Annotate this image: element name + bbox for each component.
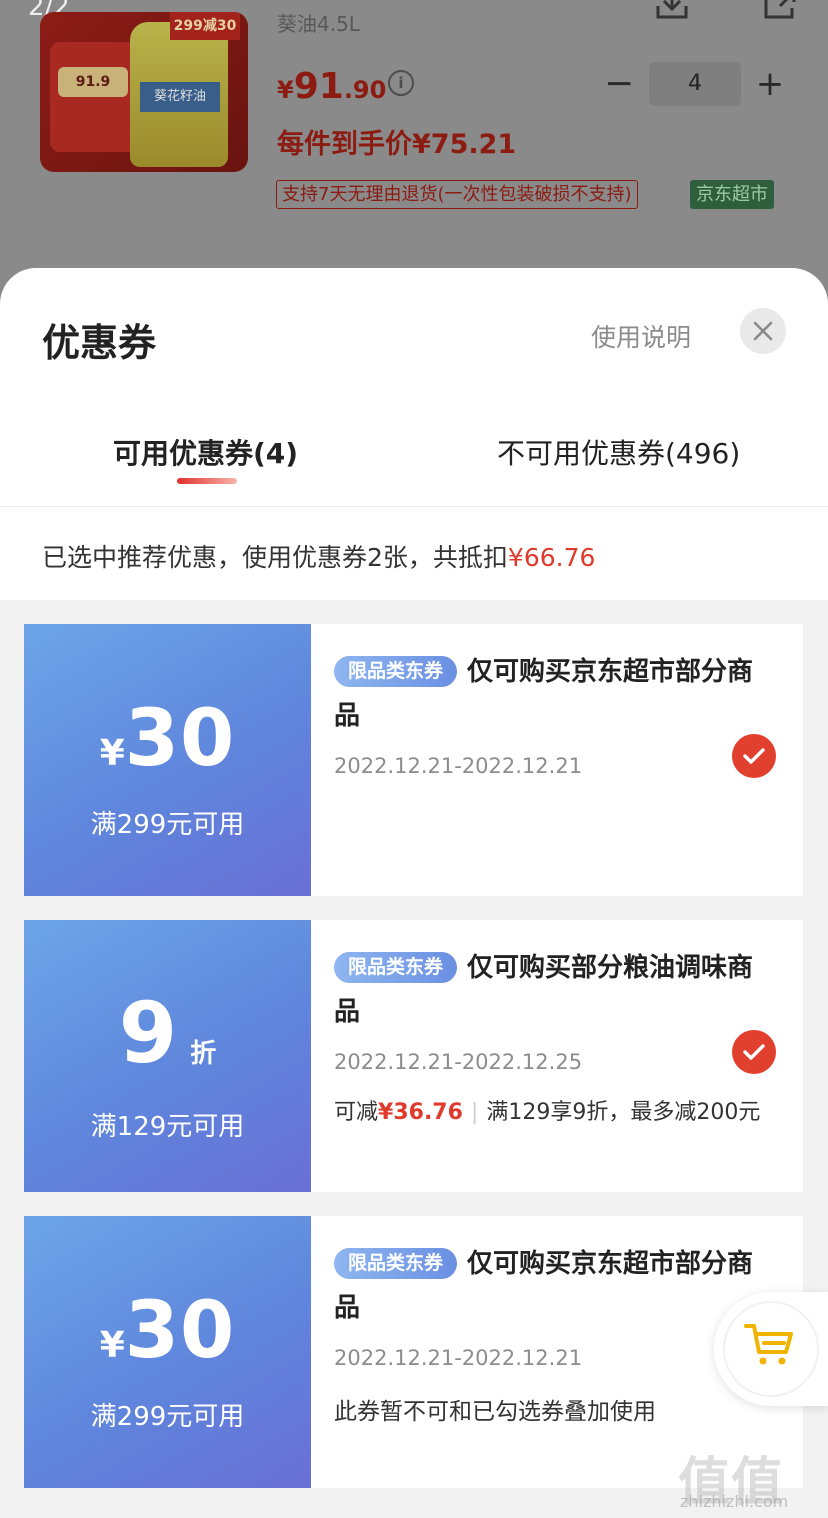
product-image-bottle-label: 葵花籽油: [140, 82, 220, 112]
product-name: 葵油4.5L: [277, 12, 360, 36]
check-icon: [743, 1044, 765, 1060]
coupon-value: ¥30: [24, 1286, 311, 1376]
coupon-selected-checkbox[interactable]: [732, 1030, 776, 1074]
price-integer: 91: [293, 66, 344, 107]
coupon-currency: ¥: [99, 733, 125, 774]
coupon-condition: 满129元可用: [90, 1112, 245, 1142]
usage-instructions-link[interactable]: 使用说明: [591, 318, 691, 354]
coupon-stacking-note: 此券暂不可和已勾选券叠加使用: [334, 1399, 656, 1425]
saving-amount: ¥36.76: [378, 1100, 463, 1125]
quantity-decrease-button[interactable]: −: [604, 66, 634, 102]
cart-icon: [744, 1324, 793, 1365]
close-button[interactable]: [740, 308, 786, 354]
saving-label: 可减: [334, 1100, 379, 1125]
watermark-site: zhizhizhi.com: [680, 1492, 789, 1511]
selection-summary: 已选中推荐优惠，使用优惠券2张，共抵扣¥66.76: [42, 538, 595, 574]
coupon-title: 限品类东券 仅可购买部分粮油调味商品: [334, 946, 754, 1034]
product-price: ¥91.90: [277, 66, 386, 107]
floating-cart-button[interactable]: [714, 1292, 828, 1406]
coupon-currency: ¥: [99, 1325, 125, 1366]
coupon-title: 限品类东券 仅可购买京东超市部分商品: [334, 1242, 754, 1330]
coupon-value: ¥30: [24, 694, 311, 784]
download-icon[interactable]: [654, 0, 690, 20]
summary-text: 已选中推荐优惠，使用优惠券2张，共抵扣: [42, 543, 508, 572]
quantity-input[interactable]: 4: [649, 62, 741, 106]
info-icon[interactable]: i: [388, 70, 414, 96]
coupon-rule: 满129享9折，最多减200元: [486, 1100, 761, 1125]
product-image-badge: 299减30: [170, 12, 240, 40]
tab-available-coupons[interactable]: 可用优惠券(4): [113, 432, 298, 472]
coupon-value-panel: ¥30 满299元可用: [24, 624, 311, 896]
deal-price: 每件到手价¥75.21: [277, 129, 517, 160]
coupon-saving-info: 可减¥36.76 | 满129享9折，最多减200元: [334, 1094, 760, 1126]
coupon-type-tag: 限品类东券: [334, 1248, 458, 1279]
coupon-card[interactable]: ¥30 满299元可用 限品类东券 仅可购买京东超市部分商品 2022.12.21…: [24, 624, 803, 896]
product-image-tag-price: 91.9: [58, 67, 128, 97]
coupon-type-tag: 限品类东券: [334, 656, 458, 687]
coupon-value-panel: 9折 满129元可用: [24, 920, 311, 1192]
product-image-tag: [50, 42, 140, 152]
coupon-validity-date: 2022.12.21-2022.12.25: [334, 1050, 583, 1074]
coupon-condition: 满299元可用: [90, 810, 245, 840]
tab-divider: [0, 506, 828, 507]
close-icon: [753, 321, 773, 341]
coupon-validity-date: 2022.12.21-2022.12.21: [334, 1346, 583, 1370]
coupon-amount: 30: [124, 694, 236, 784]
return-policy-tag: 支持7天无理由退货(一次性包装破损不支持): [276, 180, 638, 209]
coupon-card[interactable]: 9折 满129元可用 限品类东券 仅可购买部分粮油调味商品 2022.12.21-…: [24, 920, 803, 1192]
quantity-increase-button[interactable]: +: [754, 66, 786, 102]
sheet-title: 优惠券: [42, 321, 157, 365]
store-tag: 京东超市: [690, 180, 774, 209]
coupon-validity-date: 2022.12.21-2022.12.21: [334, 754, 583, 778]
coupon-amount: 30: [124, 1286, 236, 1376]
coupon-type-tag: 限品类东券: [334, 952, 458, 983]
share-icon[interactable]: [762, 0, 798, 20]
product-image[interactable]: 91.9 葵花籽油 299减30: [40, 12, 248, 172]
coupon-value: 9折: [24, 984, 311, 1082]
price-symbol: ¥: [277, 76, 294, 104]
coupon-sheet: 优惠券 使用说明 可用优惠券(4) 不可用优惠券(496) 已选中推荐优惠，使用…: [0, 268, 828, 1518]
check-icon: [743, 748, 765, 764]
active-tab-indicator: [177, 478, 237, 484]
background-product-page: 2/2 91.9 葵花籽油 299减30 葵油4.5L ¥91.90 i 每件到…: [0, 0, 828, 300]
coupon-value-panel: ¥30 满299元可用: [24, 1216, 311, 1488]
summary-amount: ¥66.76: [507, 543, 596, 572]
coupon-title: 限品类东券 仅可购买京东超市部分商品: [334, 650, 754, 738]
saving-divider: |: [470, 1100, 479, 1125]
price-decimal: .90: [343, 76, 387, 104]
tab-unavailable-coupons[interactable]: 不可用优惠券(496): [497, 432, 740, 472]
coupon-amount: 9: [118, 984, 179, 1082]
coupon-unit: 折: [190, 1039, 217, 1069]
coupon-condition: 满299元可用: [90, 1402, 245, 1432]
coupon-selected-checkbox[interactable]: [732, 734, 776, 778]
